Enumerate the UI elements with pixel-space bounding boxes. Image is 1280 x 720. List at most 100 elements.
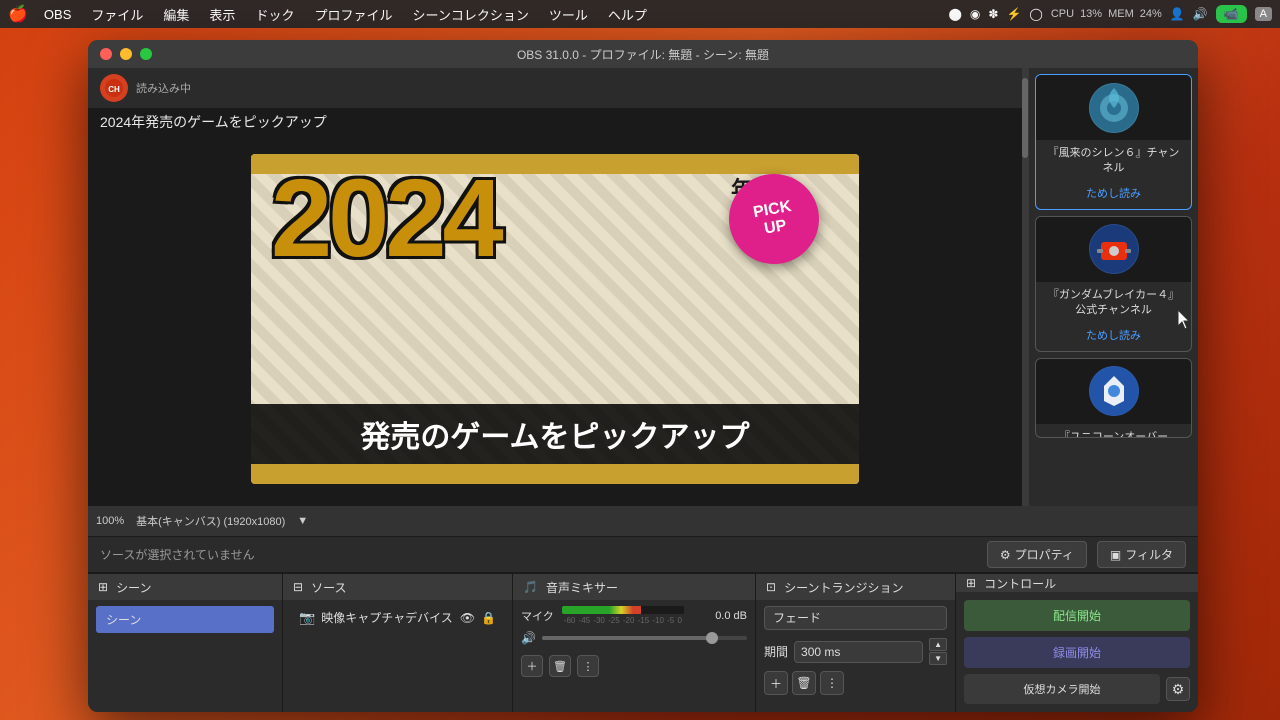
menubar-obs[interactable]: OBS bbox=[36, 5, 79, 24]
sidebar-card-3-name: 『ユニコーンオーバー bbox=[1036, 424, 1191, 438]
channel-name: 読み込み中 bbox=[136, 80, 191, 96]
menubar-scene-collection[interactable]: シーンコレクション bbox=[404, 3, 536, 26]
source-item[interactable]: 📷 映像キャプチャデバイス 👁 🔒 bbox=[289, 604, 506, 631]
obs-content: CH 読み込み中 2024年発売のゲームをピックアップ 2024 bbox=[88, 68, 1198, 712]
mic-db: 0.0 dB bbox=[692, 610, 747, 622]
transition-add-btn[interactable]: ＋ bbox=[764, 671, 788, 695]
user-icon: 👤 bbox=[1170, 7, 1185, 21]
sidebar-avatar-2 bbox=[1089, 224, 1139, 274]
scale-bar: -60-45-30-25-20-15-10-50 bbox=[562, 616, 684, 625]
source-lock-icon[interactable]: 🔒 bbox=[481, 611, 496, 625]
filter-button[interactable]: ▣ フィルタ bbox=[1097, 541, 1186, 568]
filter-label: フィルタ bbox=[1125, 546, 1173, 563]
source-visible-icon[interactable]: 👁 bbox=[460, 611, 475, 625]
audio-controls: マイク -60-45-30-25-20-15-10-50 0.0 dB bbox=[513, 600, 755, 651]
obs-window: OBS 31.0.0 - プロファイル: 無題 - シーン: 無題 CH 読み込… bbox=[88, 40, 1198, 712]
menubar-dock[interactable]: ドック bbox=[247, 3, 302, 26]
pickup-line2: UP bbox=[763, 217, 788, 239]
sidebar-card-2-img bbox=[1036, 217, 1191, 282]
volume-icon[interactable]: 🔊 bbox=[1193, 7, 1208, 21]
volume-slider[interactable] bbox=[542, 636, 747, 640]
sidebar-card-2-link[interactable]: ためし読み bbox=[1036, 325, 1191, 351]
audio-footer: ＋ 🗑 ⋮ bbox=[513, 651, 755, 681]
scene-panel-header: ⊞ シーン bbox=[88, 574, 282, 600]
audio-row: マイク -60-45-30-25-20-15-10-50 0.0 dB bbox=[521, 606, 747, 625]
input-icon: A bbox=[1255, 7, 1272, 21]
scene-panel: ⊞ シーン シーン bbox=[88, 574, 283, 712]
sidebar-card-3[interactable]: 『ユニコーンオーバー bbox=[1035, 358, 1192, 438]
sidebar-card-2[interactable]: 『ガンダムブレイカー４』公式チャンネル ためし読み bbox=[1035, 216, 1192, 352]
transition-panel: ⊡ シーントランジション フェード 期間 ▲ ▼ ＋ 🗑 ⋮ bbox=[756, 574, 956, 712]
properties-button[interactable]: ⚙ プロパティ bbox=[987, 541, 1087, 568]
duration-row: 期間 ▲ ▼ bbox=[756, 636, 955, 667]
cpu-label: CPU bbox=[1051, 8, 1074, 20]
transition-menu-btn[interactable]: ⋮ bbox=[820, 671, 844, 695]
game-kanji: 発売のゲームをピックアップ bbox=[251, 404, 859, 464]
audio-panel: 🎵 音声ミキサー マイク -60-45-30-25-20-15-10-50 bbox=[513, 574, 756, 712]
record-button[interactable]: 録画開始 bbox=[964, 637, 1190, 668]
volume-dot bbox=[706, 632, 718, 644]
controls-panel-header: ⊞ コントロール bbox=[956, 574, 1198, 592]
duration-input[interactable] bbox=[794, 641, 923, 663]
controls-panel-title: コントロール bbox=[984, 575, 1056, 592]
transition-footer: ＋ 🗑 ⋮ bbox=[756, 667, 955, 699]
game-image: 2024 年 PICK UP 発売のゲームをピックアップ bbox=[251, 154, 859, 484]
virtual-cam-button[interactable]: 仮想カメラ開始 bbox=[964, 674, 1160, 704]
menubar-file[interactable]: ファイル bbox=[83, 3, 151, 26]
source-panel-icon: ⊟ bbox=[293, 580, 303, 594]
transition-panel-title: シーントランジション bbox=[784, 579, 903, 596]
close-button[interactable] bbox=[100, 48, 112, 60]
dropdown-arrow[interactable]: ▼ bbox=[297, 515, 308, 527]
level-bar bbox=[562, 606, 684, 614]
battery-icon: ⚡ bbox=[1006, 7, 1021, 21]
menubar-edit[interactable]: 編集 bbox=[155, 3, 197, 26]
camera-button[interactable]: 📹 bbox=[1216, 5, 1247, 23]
zoom-level: 100% bbox=[96, 515, 124, 527]
duration-arrows: ▲ ▼ bbox=[929, 638, 947, 665]
sidebar-card-1-link[interactable]: ためし読み bbox=[1036, 183, 1191, 209]
duration-up[interactable]: ▲ bbox=[929, 638, 947, 651]
sidebar-card-3-img bbox=[1036, 359, 1191, 424]
preview-heading: 2024年発売のゲームをピックアップ bbox=[88, 108, 1022, 140]
gear-icon: ⚙ bbox=[1000, 548, 1011, 562]
scene-panel-icon: ⊞ bbox=[98, 580, 108, 594]
preview-image: 2024 年 PICK UP 発売のゲームをピックアップ bbox=[251, 154, 859, 484]
scene-item[interactable]: シーン bbox=[96, 606, 274, 633]
year-text: 2024 bbox=[271, 164, 500, 274]
transition-type-select[interactable]: フェード bbox=[764, 606, 947, 630]
transition-panel-header: ⊡ シーントランジション bbox=[756, 574, 955, 600]
menubar-view[interactable]: 表示 bbox=[201, 3, 243, 26]
menubar-tools[interactable]: ツール bbox=[541, 3, 596, 26]
audio-remove-btn[interactable]: 🗑 bbox=[549, 655, 571, 677]
stream-button[interactable]: 配信開始 bbox=[964, 600, 1190, 631]
source-bar: ソースが選択されていません ⚙ プロパティ ▣ フィルタ bbox=[88, 536, 1198, 572]
settings-icon[interactable]: ⚙ bbox=[1166, 677, 1190, 701]
audio-menu-btn[interactable]: ⋮ bbox=[577, 655, 599, 677]
cpu-value: 13% bbox=[1080, 8, 1102, 20]
controls-panel-icon: ⊞ bbox=[966, 576, 976, 590]
preview-header: CH 読み込み中 bbox=[88, 68, 1022, 108]
transition-remove-btn[interactable]: 🗑 bbox=[792, 671, 816, 695]
menubar-help[interactable]: ヘルプ bbox=[600, 3, 655, 26]
audio-add-btn[interactable]: ＋ bbox=[521, 655, 543, 677]
sidebar-card-1[interactable]: 『風来のシレン６』チャンネル ためし読み bbox=[1035, 74, 1192, 210]
transition-panel-icon: ⊡ bbox=[766, 580, 776, 594]
scroll-indicator[interactable] bbox=[1022, 68, 1028, 506]
menubar-profile[interactable]: プロファイル bbox=[306, 3, 400, 26]
apple-menu[interactable]: 🍎 bbox=[8, 4, 28, 24]
channel-avatar: CH bbox=[100, 74, 128, 102]
minimize-button[interactable] bbox=[120, 48, 132, 60]
preview-panel: CH 読み込み中 2024年発売のゲームをピックアップ 2024 bbox=[88, 68, 1022, 506]
audio-panel-title: 音声ミキサー bbox=[546, 579, 618, 596]
volume-icon-2[interactable]: 🔊 bbox=[521, 631, 536, 645]
volume-slider-row: 🔊 bbox=[521, 631, 747, 645]
audio-panel-icon: 🎵 bbox=[523, 580, 538, 594]
traffic-lights bbox=[100, 48, 152, 60]
right-sidebar[interactable]: 『風来のシレン６』チャンネル ためし読み bbox=[1028, 68, 1198, 506]
maximize-button[interactable] bbox=[140, 48, 152, 60]
audio-level: -60-45-30-25-20-15-10-50 bbox=[562, 606, 684, 625]
source-item-label: 映像キャプチャデバイス bbox=[321, 609, 453, 626]
duration-down[interactable]: ▼ bbox=[929, 652, 947, 665]
source-panel-title: ソース bbox=[311, 579, 346, 596]
canvas-info: 基本(キャンバス) (1920x1080) bbox=[136, 513, 285, 529]
